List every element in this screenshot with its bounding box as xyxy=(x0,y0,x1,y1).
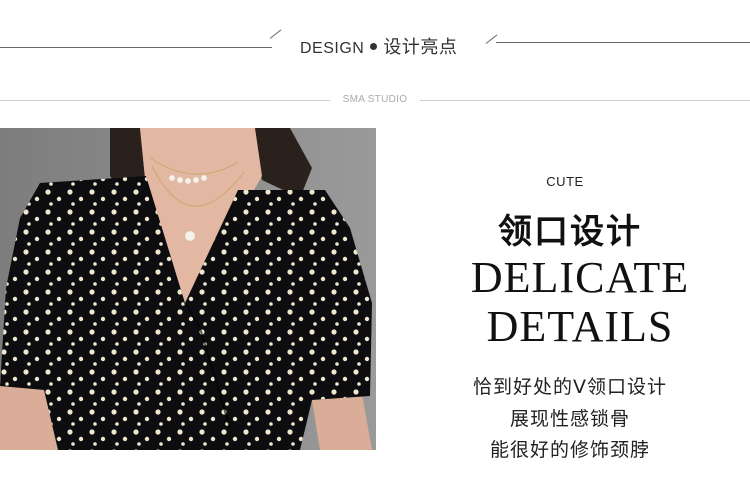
section-title-cn: 设计亮点 xyxy=(383,37,458,57)
feature-title-cn: 领口设计 xyxy=(498,212,642,252)
header-divider-left xyxy=(0,47,272,48)
header-slash-left xyxy=(269,29,282,39)
header-divider-right xyxy=(496,42,750,43)
product-photo xyxy=(0,128,376,450)
studio-divider-right xyxy=(420,100,750,101)
feature-title-en-line1: DELICATE xyxy=(470,253,690,302)
studio-label: SMA STUDIO xyxy=(342,94,408,105)
feature-desc-line3: 能很好的修饰颈脖 xyxy=(489,439,650,461)
feature-desc-line1: 恰到好处的V领口设计 xyxy=(473,376,667,398)
feature-desc-line2: 展现性感锁骨 xyxy=(509,408,630,430)
studio-divider-left xyxy=(0,100,330,101)
section-title: DESIGN 设计亮点 xyxy=(300,33,490,59)
bullet-dot-icon xyxy=(370,43,378,51)
section-title-en: DESIGN xyxy=(300,40,365,57)
feature-title-en-line2: DETAILS xyxy=(486,302,674,351)
feature-tag: CUTE xyxy=(546,174,584,189)
